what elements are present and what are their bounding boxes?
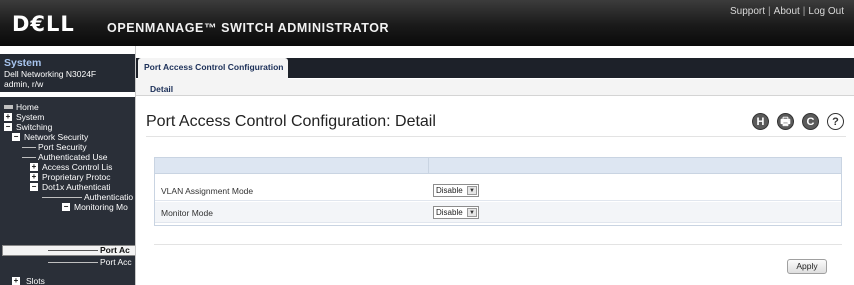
app-header: D€LL OPENMANAGE™ SWITCH ADMINISTRATOR Su…	[0, 0, 854, 46]
logout-link[interactable]: Log Out	[808, 6, 844, 17]
subtab-bar	[136, 79, 854, 96]
expand-icon[interactable]: +	[30, 173, 38, 181]
about-link[interactable]: About	[774, 6, 800, 17]
nav-slots[interactable]: Slots	[26, 276, 45, 285]
system-user: admin, r/w	[4, 79, 44, 89]
help-hint-icon[interactable]: H	[752, 113, 769, 130]
expand-icon[interactable]: +	[30, 163, 38, 171]
support-link[interactable]: Support	[730, 6, 765, 17]
refresh-icon[interactable]: C	[802, 113, 819, 130]
title-divider	[146, 136, 846, 137]
collapse-icon[interactable]: −	[12, 133, 20, 141]
settings-table: VLAN Assignment Mode Disable ▼ Monitor M…	[154, 157, 842, 226]
nav-access-control-lists[interactable]: Access Control Lis	[42, 162, 112, 172]
monitor-mode-value: Disable	[436, 208, 463, 217]
collapse-icon[interactable]: −	[4, 123, 12, 131]
home-icon	[4, 105, 13, 109]
collapse-icon[interactable]: −	[62, 203, 70, 211]
system-info: System Dell Networking N3024F admin, r/w	[0, 54, 135, 92]
product-title: OPENMANAGE™ SWITCH ADMINISTRATOR	[107, 21, 390, 35]
table-header	[155, 158, 841, 174]
print-icon[interactable]: 🖶	[777, 113, 794, 130]
table-row: VLAN Assignment Mode Disable ▼	[155, 180, 841, 201]
nav-port-access-selected[interactable]: Port Ac	[100, 245, 130, 255]
expand-icon[interactable]: +	[4, 113, 12, 121]
nav-dot1x-authentication[interactable]: Dot1x Authenticati	[42, 182, 111, 192]
nav-switching[interactable]: Switching	[16, 122, 52, 132]
apply-button[interactable]: Apply	[787, 259, 827, 274]
vlan-assignment-mode-label: VLAN Assignment Mode	[161, 186, 254, 196]
system-title: System	[4, 57, 42, 69]
vlan-assignment-mode-value: Disable	[436, 186, 463, 195]
nav-port-access[interactable]: Port Acc	[100, 257, 132, 267]
nav-home[interactable]: Home	[16, 102, 39, 112]
expand-icon[interactable]: +	[12, 277, 20, 285]
collapse-icon[interactable]: −	[30, 183, 38, 191]
top-links: Support | About | Log Out	[730, 6, 844, 17]
nav-proprietary-protocol[interactable]: Proprietary Protoc	[42, 172, 111, 182]
chevron-down-icon[interactable]: ▼	[467, 208, 477, 217]
dell-logo: D€LL	[12, 12, 75, 36]
nav-network-security[interactable]: Network Security	[24, 132, 88, 142]
system-device: Dell Networking N3024F	[4, 69, 97, 79]
nav-system[interactable]: System	[16, 112, 44, 122]
page-title: Port Access Control Configuration: Detai…	[146, 113, 436, 130]
nav-monitoring-mode[interactable]: Monitoring Mo	[74, 202, 128, 212]
vlan-assignment-mode-select[interactable]: Disable ▼	[433, 184, 479, 197]
tab-port-access-control-config[interactable]: Port Access Control Configuration	[138, 58, 288, 80]
sidebar: System Dell Networking N3024F admin, r/w…	[0, 46, 136, 285]
nav-authentication[interactable]: Authenticatio	[84, 192, 133, 202]
monitor-mode-select[interactable]: Disable ▼	[433, 206, 479, 219]
nav-authenticated-users[interactable]: Authenticated Use	[38, 152, 107, 162]
monitor-mode-label: Monitor Mode	[161, 208, 213, 218]
nav-port-security[interactable]: Port Security	[38, 142, 87, 152]
table-row: Monitor Mode Disable ▼	[155, 202, 841, 223]
chevron-down-icon[interactable]: ▼	[467, 186, 477, 195]
subtab-detail[interactable]: Detail	[150, 84, 173, 94]
help-icon[interactable]: ?	[827, 113, 844, 130]
bottom-divider	[154, 244, 842, 245]
